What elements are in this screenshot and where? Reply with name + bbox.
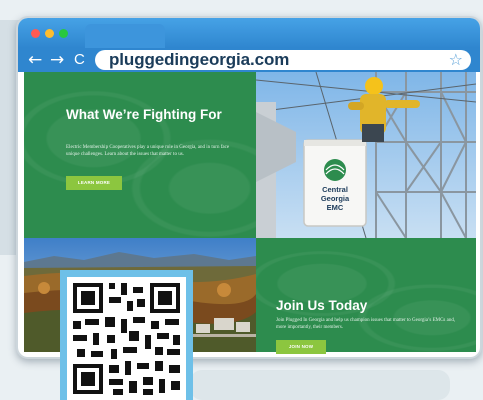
forward-arrow-icon[interactable]: → bbox=[50, 50, 64, 70]
logo-line-central: Central bbox=[322, 185, 348, 194]
reload-icon[interactable]: C bbox=[74, 50, 85, 70]
join-now-button[interactable]: JOIN NOW bbox=[276, 340, 326, 354]
qr-code-icon bbox=[73, 283, 180, 395]
logo-line-emc: EMC bbox=[327, 203, 344, 212]
background-shape bbox=[190, 370, 450, 400]
logo-line-georgia: Georgia bbox=[321, 194, 350, 203]
browser-toolbar: ← → C pluggedingeorgia.com ☆ ⋮ bbox=[18, 48, 480, 72]
join-description: Join Plugged In Georgia and help us cham… bbox=[276, 318, 456, 330]
hero-description: Electric Membership Cooperatives play a … bbox=[66, 145, 230, 157]
address-bar[interactable]: pluggedingeorgia.com ☆ bbox=[95, 50, 471, 70]
browser-menu-icon[interactable]: ⋮ bbox=[460, 51, 476, 69]
hero-panel: What We’re Fighting For Electric Members… bbox=[24, 72, 256, 238]
qr-code-frame bbox=[60, 270, 193, 400]
maximize-window-dot[interactable] bbox=[59, 29, 68, 38]
browser-tab[interactable] bbox=[85, 24, 165, 48]
lineman-photo: Central Georgia EMC bbox=[256, 72, 476, 238]
url-text: pluggedingeorgia.com bbox=[109, 50, 290, 69]
back-arrow-icon[interactable]: ← bbox=[28, 50, 42, 70]
minimize-window-dot[interactable] bbox=[45, 29, 54, 38]
learn-more-button[interactable]: LEARN MORE bbox=[66, 176, 122, 190]
qr-code[interactable] bbox=[67, 277, 186, 400]
close-window-dot[interactable] bbox=[31, 29, 40, 38]
hero-title: What We’re Fighting For bbox=[66, 107, 222, 122]
join-panel: Join Us Today Join Plugged In Georgia an… bbox=[256, 238, 476, 354]
join-title: Join Us Today bbox=[276, 298, 368, 313]
browser-titlebar bbox=[18, 18, 480, 48]
